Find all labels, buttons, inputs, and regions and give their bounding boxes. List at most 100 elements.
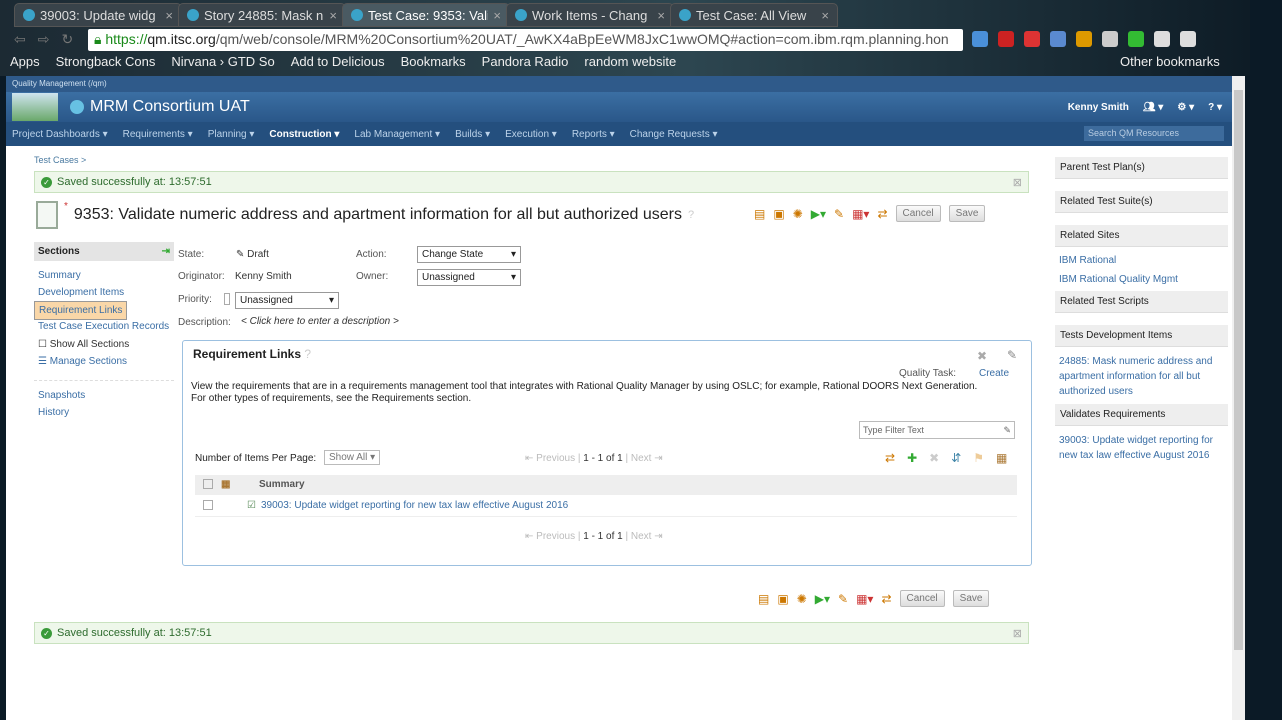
- bookmark[interactable]: Strongback Cons: [56, 54, 156, 69]
- dev-items-header[interactable]: Tests Development Items: [1055, 325, 1228, 347]
- history-link[interactable]: History: [34, 404, 174, 421]
- bookmark[interactable]: Nirvana › GTD So: [171, 54, 274, 69]
- close-icon[interactable]: ×: [493, 8, 501, 23]
- browser-tab[interactable]: 39003: Update widg ×: [14, 3, 182, 27]
- copy-icon[interactable]: ▤: [758, 592, 769, 606]
- select-all-checkbox[interactable]: [203, 479, 213, 489]
- duplicate-icon[interactable]: ▣: [777, 592, 788, 606]
- pdf-icon[interactable]: ▦▾: [852, 207, 869, 221]
- suspect-icon[interactable]: ⚑: [973, 451, 984, 465]
- validates-requirements-header[interactable]: Validates Requirements: [1055, 404, 1228, 426]
- back-forward-reload-icons[interactable]: ⇦⇨↻: [14, 31, 85, 48]
- link-icon[interactable]: ✺: [793, 207, 803, 221]
- section-development-items[interactable]: Development Items: [34, 284, 174, 301]
- refresh-icon[interactable]: ⇄: [881, 592, 891, 606]
- related-test-scripts-header[interactable]: Related Test Scripts: [1055, 291, 1228, 313]
- browser-tab[interactable]: Work Items - Chang ×: [506, 3, 674, 27]
- parent-test-plans-header[interactable]: Parent Test Plan(s): [1055, 157, 1228, 179]
- search-input[interactable]: Search QM Resources: [1084, 126, 1224, 141]
- link-icon[interactable]: ⇄: [885, 451, 895, 465]
- create-link[interactable]: Create: [979, 368, 1009, 379]
- show-all-sections-checkbox[interactable]: ☐ Show All Sections: [34, 336, 174, 353]
- home-icon[interactable]: [12, 93, 58, 121]
- help-icon[interactable]: ?: [688, 209, 694, 221]
- row-checkbox[interactable]: [203, 500, 213, 510]
- priority-select[interactable]: Unassigned ▾: [235, 292, 339, 309]
- run-icon[interactable]: ▶▾: [815, 592, 830, 606]
- help-icon[interactable]: ? ▾: [1208, 102, 1222, 113]
- other-bookmarks[interactable]: Other bookmarks: [1120, 54, 1220, 69]
- browser-tab-active[interactable]: Test Case: 9353: Vali ×: [342, 3, 510, 27]
- browser-tab[interactable]: Story 24885: Mask n ×: [178, 3, 346, 27]
- columns-icon[interactable]: ▦: [996, 451, 1007, 465]
- next-button[interactable]: Next ⇥: [631, 453, 663, 464]
- close-icon[interactable]: ⊠: [1013, 627, 1022, 640]
- close-icon[interactable]: ×: [329, 8, 337, 23]
- site-link[interactable]: IBM Rational: [1055, 251, 1228, 270]
- address-bar[interactable]: 🔒︎ https://qm.itsc.org/qm/web/console/MR…: [88, 29, 963, 51]
- snapshots-link[interactable]: Snapshots: [34, 387, 174, 404]
- lock-icon[interactable]: ✎: [834, 207, 844, 221]
- previous-button[interactable]: ⇤ Previous: [525, 531, 575, 542]
- nav-planning[interactable]: Planning ▾: [208, 129, 255, 140]
- bookmark[interactable]: Bookmarks: [401, 54, 466, 69]
- run-icon[interactable]: ▶▾: [811, 207, 826, 221]
- browser-tab[interactable]: Test Case: All View ×: [670, 3, 838, 27]
- close-icon[interactable]: ×: [657, 8, 665, 23]
- lock-icon[interactable]: ✎: [838, 592, 848, 606]
- link-icon[interactable]: ✺: [797, 592, 807, 606]
- requirement-link[interactable]: 39003: Update widget reporting for new t…: [1055, 430, 1228, 466]
- close-icon[interactable]: ×: [821, 8, 829, 23]
- nav-reports[interactable]: Reports ▾: [572, 129, 615, 140]
- action-select[interactable]: Change State ▾: [417, 246, 521, 263]
- breadcrumb[interactable]: Test Cases >: [34, 155, 86, 165]
- scrollbar-thumb[interactable]: [1234, 90, 1243, 650]
- nav-lab-management[interactable]: Lab Management ▾: [354, 129, 440, 140]
- dev-item-link[interactable]: 24885: Mask numeric address and apartmen…: [1055, 351, 1228, 402]
- duplicate-icon[interactable]: ▣: [773, 207, 784, 221]
- cancel-button[interactable]: Cancel: [895, 205, 941, 222]
- refresh-icon[interactable]: ⇄: [877, 207, 887, 221]
- help-icon[interactable]: ?: [304, 347, 311, 361]
- bookmark[interactable]: Pandora Radio: [482, 54, 569, 69]
- bookmark[interactable]: Apps: [10, 54, 40, 69]
- filter-input[interactable]: Type Filter Text ✎: [859, 421, 1015, 439]
- gear-icon[interactable]: ⚙ ▾: [1177, 102, 1194, 113]
- nav-execution[interactable]: Execution ▾: [505, 129, 557, 140]
- project-title[interactable]: MRM Consortium UAT: [90, 98, 250, 116]
- clear-icon[interactable]: ✎: [1003, 425, 1011, 436]
- previous-button[interactable]: ⇤ Previous: [525, 453, 575, 464]
- bookmark[interactable]: random website: [584, 54, 676, 69]
- copy-icon[interactable]: ▤: [754, 207, 765, 221]
- owner-select[interactable]: Unassigned ▾: [417, 269, 521, 286]
- next-button[interactable]: Next ⇥: [631, 531, 663, 542]
- save-button[interactable]: Save: [952, 590, 990, 607]
- bookmark[interactable]: Add to Delicious: [291, 54, 385, 69]
- pdf-icon[interactable]: ▦▾: [856, 592, 873, 606]
- section-test-case-execution-records[interactable]: Test Case Execution Records: [34, 318, 174, 336]
- nav-construction[interactable]: Construction ▾: [269, 129, 339, 140]
- extension-icons[interactable]: [972, 31, 1196, 47]
- sync-icon[interactable]: ⇵: [951, 451, 961, 465]
- items-per-page-select[interactable]: Show All ▾: [324, 450, 381, 465]
- manage-sections-link[interactable]: ☰ Manage Sections: [34, 353, 174, 370]
- save-button[interactable]: Save: [948, 205, 986, 222]
- site-link[interactable]: IBM Rational Quality Mgmt: [1055, 270, 1228, 289]
- add-icon[interactable]: ✚: [907, 451, 917, 465]
- section-requirement-links[interactable]: Requirement Links: [34, 301, 128, 320]
- edit-icon[interactable]: ✎: [1007, 348, 1017, 362]
- nav-change-requests[interactable]: Change Requests ▾: [630, 129, 718, 140]
- nav-project-dashboards[interactable]: Project Dashboards ▾: [12, 129, 108, 140]
- page-scrollbar[interactable]: [1232, 76, 1245, 720]
- nav-builds[interactable]: Builds ▾: [455, 129, 490, 140]
- close-icon[interactable]: ⊠: [1013, 176, 1022, 189]
- cancel-button[interactable]: Cancel: [899, 590, 945, 607]
- related-test-suites-header[interactable]: Related Test Suite(s): [1055, 191, 1228, 213]
- delete-icon[interactable]: ✖: [929, 451, 939, 465]
- user-name[interactable]: Kenny Smith: [1068, 102, 1129, 113]
- nav-requirements[interactable]: Requirements ▾: [123, 129, 193, 140]
- related-sites-header[interactable]: Related Sites: [1055, 225, 1228, 247]
- users-icon[interactable]: 👥︎ ▾: [1143, 102, 1164, 113]
- section-summary[interactable]: Summary: [34, 267, 174, 284]
- description-field[interactable]: < Click here to enter a description >: [241, 316, 399, 327]
